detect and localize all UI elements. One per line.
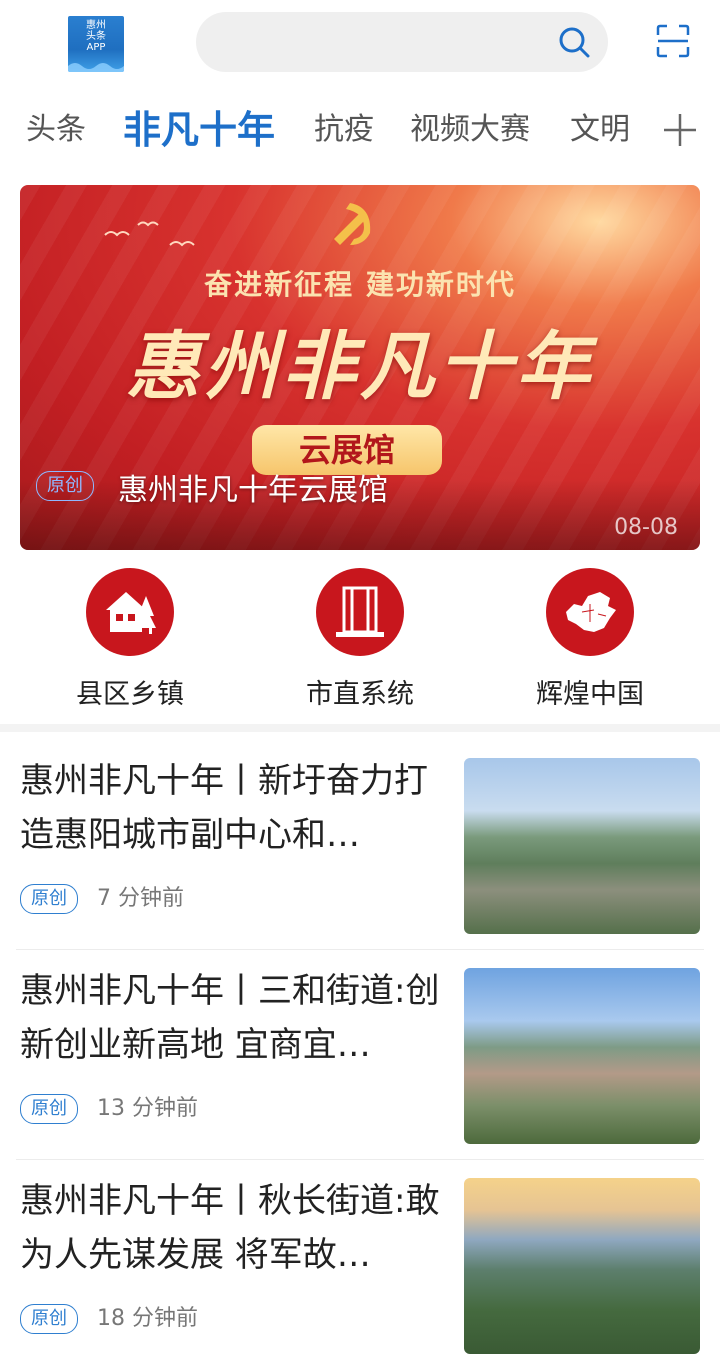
top-bar: 惠州 头条 APP <box>0 0 720 90</box>
birds-icon <box>104 221 195 247</box>
shortcut-circle <box>86 568 174 656</box>
tab-wenming[interactable]: 文明 <box>570 100 630 160</box>
news-title[interactable]: 惠州非凡十年丨秋长街道:敢为人先谋发展 将军故… <box>20 1174 440 1282</box>
logo-line-3: APP <box>86 42 106 53</box>
section-divider <box>0 724 720 732</box>
shortcut-glorious-china[interactable]: 辉煌中国 <box>500 568 680 718</box>
add-channel-icon[interactable] <box>660 110 700 150</box>
logo-line-2: 头条 <box>86 31 106 42</box>
banner-caption[interactable]: 惠州非凡十年云展馆 <box>118 465 388 509</box>
tab-kangyi[interactable]: 抗疫 <box>314 100 374 160</box>
china-map-icon <box>566 592 616 632</box>
banner-date: 08-08 <box>614 515 678 540</box>
logo-waves-icon <box>68 63 124 72</box>
original-badge: 原创 <box>20 884 78 914</box>
shortcut-label: 县区乡镇 <box>76 679 184 710</box>
channel-tabs: 头条 非凡十年 抗疫 视频大赛 文明 <box>0 100 720 160</box>
news-thumbnail[interactable] <box>464 968 700 1144</box>
tab-toutiao[interactable]: 头条 <box>26 100 86 160</box>
original-badge: 原创 <box>20 1094 78 1124</box>
banner-headline: 惠州非凡十年 <box>126 324 594 410</box>
shortcut-label: 辉煌中国 <box>536 679 644 710</box>
news-title[interactable]: 惠州非凡十年丨三和街道:创新创业新高地 宜商宜… <box>20 964 440 1072</box>
news-time: 18 分钟前 <box>97 1306 198 1331</box>
search-icon[interactable] <box>558 26 590 58</box>
logo-line-1: 惠州 <box>86 20 106 31</box>
banner-slogan: 奋进新征程 建功新时代 <box>204 268 516 301</box>
shortcut-label: 市直系统 <box>306 679 414 710</box>
original-badge: 原创 <box>20 1304 78 1334</box>
original-badge: 原创 <box>36 471 94 501</box>
featured-banner[interactable]: 奋进新征程 建功新时代 惠州非凡十年 云展馆 原创 惠州非凡十年云展馆 08-0… <box>20 185 700 550</box>
party-emblem-icon <box>334 203 371 245</box>
news-time: 7 分钟前 <box>97 886 184 911</box>
building-icon <box>336 586 384 637</box>
news-item[interactable]: 惠州非凡十年丨三和街道:创新创业新高地 宜商宜… 原创 13 分钟前 <box>0 950 720 1160</box>
news-thumbnail[interactable] <box>464 758 700 934</box>
tab-shipin-dasai[interactable]: 视频大赛 <box>410 100 530 160</box>
shortcut-county-towns[interactable]: 县区乡镇 <box>40 568 220 718</box>
news-time: 13 分钟前 <box>97 1096 198 1121</box>
shortcut-city-departments[interactable]: 市直系统 <box>270 568 450 718</box>
house-tree-icon <box>106 592 156 634</box>
news-thumbnail[interactable] <box>464 1178 700 1354</box>
news-item[interactable]: 惠州非凡十年丨秋长街道:敢为人先谋发展 将军故… 原创 18 分钟前 <box>0 1160 720 1370</box>
news-item[interactable]: 惠州非凡十年丨新圩奋力打造惠阳城市副中心和… 原创 7 分钟前 <box>0 740 720 950</box>
search-bar[interactable] <box>196 12 608 72</box>
tab-feifan-shinian[interactable]: 非凡十年 <box>123 100 275 160</box>
shortcut-circle <box>316 568 404 656</box>
shortcut-circle <box>546 568 634 656</box>
app-logo[interactable]: 惠州 头条 APP <box>68 16 124 72</box>
scan-icon[interactable] <box>656 24 690 58</box>
news-title[interactable]: 惠州非凡十年丨新圩奋力打造惠阳城市副中心和… <box>20 754 440 862</box>
